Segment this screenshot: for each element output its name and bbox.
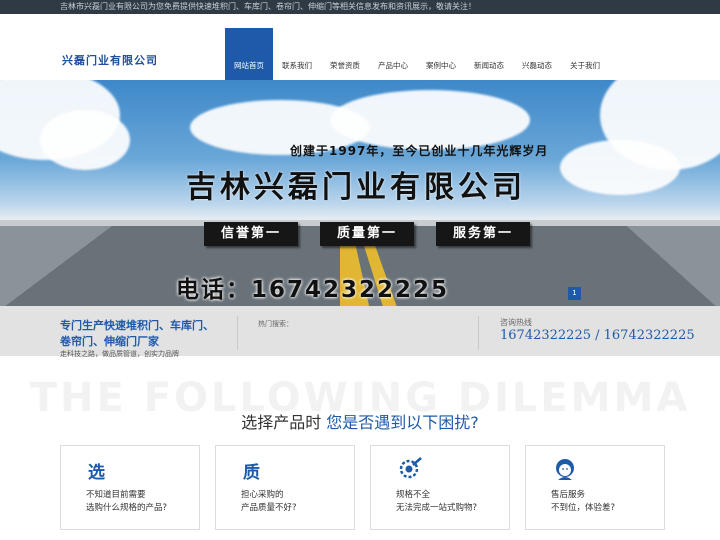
- hero-banner[interactable]: 创建于1997年，至今已创业十几年光辉岁月 吉林兴磊门业有限公司 信誉第一 质量…: [0, 80, 720, 306]
- card-quality[interactable]: 质 担心采购的 产品质量不好?: [215, 445, 355, 530]
- card-text: 规格不全: [396, 490, 431, 500]
- gear-wrench-icon: [399, 457, 422, 479]
- section-title-part2: 您是否遇到以下困扰?: [326, 413, 479, 432]
- dilemma-cards: 选 不知道目前需要 选购什么规格的产品? 质 担心采购的 产品质量不好? 规格不…: [60, 445, 665, 530]
- card-text: 选购什么规格的产品?: [86, 503, 168, 513]
- top-notice-bar: 吉林市兴磊门业有限公司为您免费提供快速堆积门、车库门、卷帘门、伸缩门等相关信息发…: [0, 0, 720, 14]
- card-after-sales[interactable]: 售后服务 不到位，体验差?: [525, 445, 665, 530]
- card-specs[interactable]: 规格不全 无法完成一站式购物?: [370, 445, 510, 530]
- hotline-number[interactable]: 16742322225 / 16742322225: [500, 328, 695, 343]
- card-text: 无法完成一站式购物?: [396, 503, 478, 513]
- banner-tag-reputation: 信誉第一: [204, 222, 298, 246]
- banner-tag-quality: 质量第一: [320, 222, 414, 246]
- banner-title: 吉林兴磊门业有限公司: [186, 170, 526, 205]
- slide-indicator[interactable]: 1: [568, 287, 581, 300]
- customer-service-icon: [556, 459, 574, 480]
- info-bar: 专门生产快速堆积门、车库门、 卷帘门、伸缩门厂家 走科技之路，做品质管道，创实力…: [0, 306, 720, 358]
- banner-tag-service: 服务第一: [436, 222, 530, 246]
- info-slogan: 走科技之路，做品质管道，创实力品牌: [60, 350, 179, 358]
- site-header: 兴磊门业有限公司 网站首页 联系我们 荣誉资质 产品中心 案例中心 新闻动态 兴…: [0, 14, 720, 94]
- card-heading: 选: [88, 463, 105, 483]
- site-logo[interactable]: 兴磊门业有限公司: [62, 52, 158, 68]
- card-text: 不知道目前需要: [86, 490, 146, 500]
- divider: [237, 316, 238, 350]
- card-text: 担心采购的: [241, 490, 284, 500]
- hotline-label: 咨询热线: [500, 318, 532, 327]
- cloud-shape: [330, 90, 530, 150]
- card-text: 不到位，体验差?: [551, 503, 616, 513]
- section-title-part1: 选择产品时: [241, 413, 327, 432]
- card-selection[interactable]: 选 不知道目前需要 选购什么规格的产品?: [60, 445, 200, 530]
- card-text: 产品质量不好?: [241, 503, 297, 513]
- card-text: 售后服务: [551, 490, 586, 500]
- cloud-shape: [560, 140, 680, 195]
- section-title: 选择产品时 您是否遇到以下困扰?: [0, 409, 720, 433]
- info-main-line: 专门生产快速堆积门、车库门、: [60, 319, 214, 332]
- info-main-text: 专门生产快速堆积门、车库门、 卷帘门、伸缩门厂家: [60, 318, 230, 350]
- banner-subtitle: 创建于1997年，至今已创业十几年光辉岁月: [290, 144, 549, 158]
- hot-search-label: 热门搜索：: [258, 320, 293, 328]
- divider: [478, 316, 479, 350]
- banner-phone: 电话：16742322225: [176, 277, 450, 303]
- top-notice-text: 吉林市兴磊门业有限公司为您免费提供快速堆积门、车库门、卷帘门、伸缩门等相关信息发…: [60, 2, 476, 11]
- cloud-shape: [40, 110, 130, 170]
- card-heading: 质: [243, 463, 260, 483]
- info-main-line: 卷帘门、伸缩门厂家: [60, 335, 159, 348]
